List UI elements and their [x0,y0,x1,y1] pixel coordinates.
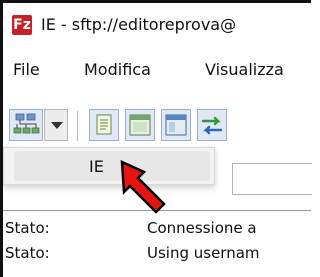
red-pointer-arrow-icon [120,159,166,214]
menu-file[interactable]: File [13,60,40,79]
local-tree-icon [129,114,151,136]
site-menu-item-label: IE [89,157,104,176]
toolbar [3,105,311,149]
transfer-queue-icon [201,116,223,135]
toggle-transfer-queue-button[interactable] [197,109,227,141]
menu-bar: File Modifica Visualizza [3,60,311,86]
toggle-remote-tree-button[interactable] [161,109,191,141]
message-log-icon [96,114,112,135]
toolbar-separator [77,111,78,141]
menu-modifica[interactable]: Modifica [84,60,151,79]
site-menu-item-ie[interactable]: IE [14,151,210,181]
log-message: Connessione a [147,219,257,237]
site-dropdown-button[interactable] [44,109,68,141]
site-manager-button[interactable] [9,109,43,141]
toggle-message-log-button[interactable] [89,109,119,141]
title-bar: Fz IE - sftp://editoreprova@ [3,3,311,45]
remote-tree-icon [165,114,187,136]
filezilla-app-icon: Fz [12,15,32,35]
window-title: IE - sftp://editoreprova@ [41,15,237,34]
log-status-label: Stato: [5,244,50,262]
site-dropdown-menu: IE [3,147,215,185]
log-status-label: Stato: [5,219,50,237]
site-manager-icon [13,113,40,134]
log-message: Using usernam [147,244,260,262]
menu-visualizza[interactable]: Visualizza [205,60,284,79]
toggle-local-tree-button[interactable] [125,109,155,141]
chevron-down-icon [51,122,63,129]
quickconnect-host-input[interactable] [232,163,312,195]
